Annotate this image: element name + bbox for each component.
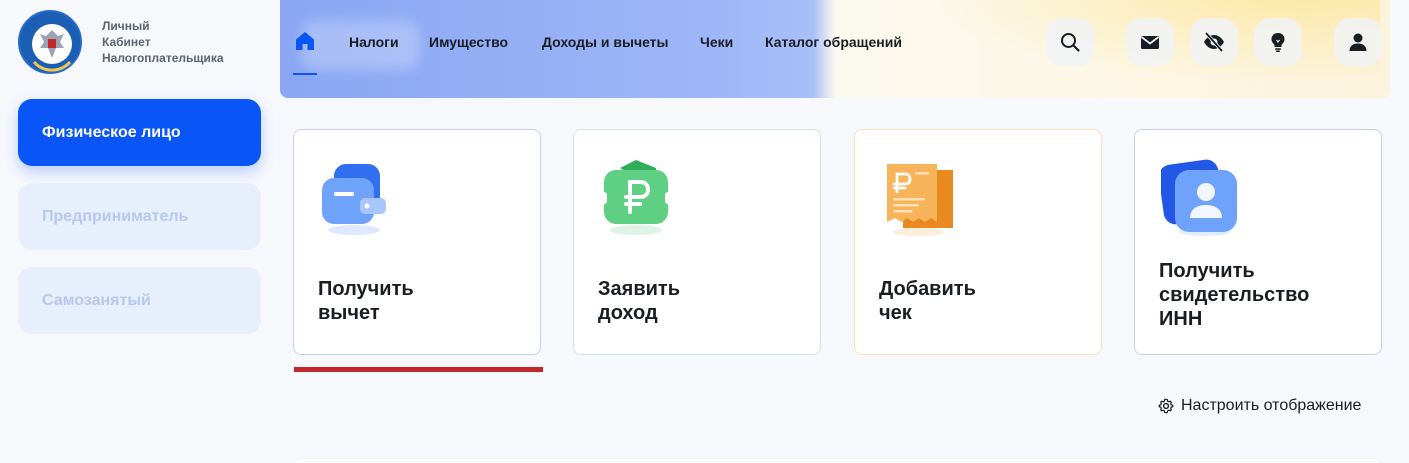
card-title-line: свидетельство	[1159, 284, 1310, 306]
card-add-receipt-title: Добавить чек	[879, 277, 1079, 325]
search-button[interactable]	[1046, 18, 1094, 66]
fns-emblem-icon	[18, 10, 82, 74]
customize-display-link[interactable]: Настроить отображение	[1158, 397, 1361, 415]
nav-income-deductions[interactable]: Доходы и вычеты	[542, 34, 669, 50]
role-self-employed-button[interactable]: Самозанятый	[18, 267, 261, 334]
lightbulb-icon	[1271, 33, 1285, 52]
mail-icon	[1140, 36, 1160, 49]
card-get-deduction-title: Получить вычет	[318, 277, 518, 325]
customize-display-label: Настроить отображение	[1181, 397, 1362, 414]
card-title-line: доход	[598, 302, 658, 324]
tips-button[interactable]	[1254, 18, 1302, 66]
content-panel	[293, 458, 1382, 463]
role-entrepreneur-button[interactable]: Предприниматель	[18, 183, 261, 250]
header-glow	[860, 0, 1380, 98]
messages-button[interactable]	[1126, 18, 1174, 66]
brand-logo[interactable]: Личный Кабинет Налогоплательщика	[18, 10, 224, 74]
wallet-icon	[320, 158, 392, 238]
ruble-icon	[600, 158, 672, 238]
role-individual-button[interactable]: Физическое лицо	[18, 99, 261, 166]
card-add-receipt[interactable]: Добавить чек	[854, 129, 1102, 355]
card-get-inn-certificate-title: Получить свидетельство ИНН	[1159, 259, 1359, 331]
nav-requests-catalog[interactable]: Каталог обращений	[765, 34, 902, 50]
search-icon	[1061, 33, 1080, 52]
receipt-icon	[881, 158, 953, 238]
card-declare-income-title: Заявить доход	[598, 277, 798, 325]
visibility-toggle-button[interactable]	[1190, 18, 1238, 66]
card-declare-income[interactable]: Заявить доход	[573, 129, 821, 355]
brand-line-3: Налогоплательщика	[102, 51, 224, 65]
home-active-indicator	[293, 73, 317, 75]
card-title-line: Заявить	[598, 278, 681, 300]
active-card-indicator	[294, 367, 543, 372]
profile-button[interactable]	[1334, 18, 1382, 66]
home-icon[interactable]	[294, 30, 316, 52]
id-card-icon	[1158, 158, 1237, 238]
brand-title: Личный Кабинет Налогоплательщика	[102, 18, 224, 66]
brand-line-2: Кабинет	[102, 35, 151, 49]
card-get-deduction[interactable]: Получить вычет	[293, 129, 541, 355]
card-title-line: Добавить	[879, 278, 976, 300]
card-title-line: ИНН	[1159, 308, 1203, 330]
card-get-inn-certificate[interactable]: Получить свидетельство ИНН	[1134, 129, 1382, 355]
eye-off-icon	[1204, 31, 1224, 53]
card-title-line: Получить	[1159, 260, 1255, 282]
nav-property[interactable]: Имущество	[429, 34, 508, 50]
user-icon	[1349, 33, 1367, 51]
card-title-line: чек	[879, 302, 912, 324]
card-title-line: вычет	[318, 302, 380, 324]
gear-icon	[1158, 398, 1174, 414]
card-title-line: Получить	[318, 278, 414, 300]
brand-line-1: Личный	[102, 19, 150, 33]
nav-taxes[interactable]: Налоги	[349, 34, 399, 50]
sidebar: Личный Кабинет Налогоплательщика Физичес…	[0, 0, 280, 463]
nav-receipts[interactable]: Чеки	[700, 34, 733, 50]
